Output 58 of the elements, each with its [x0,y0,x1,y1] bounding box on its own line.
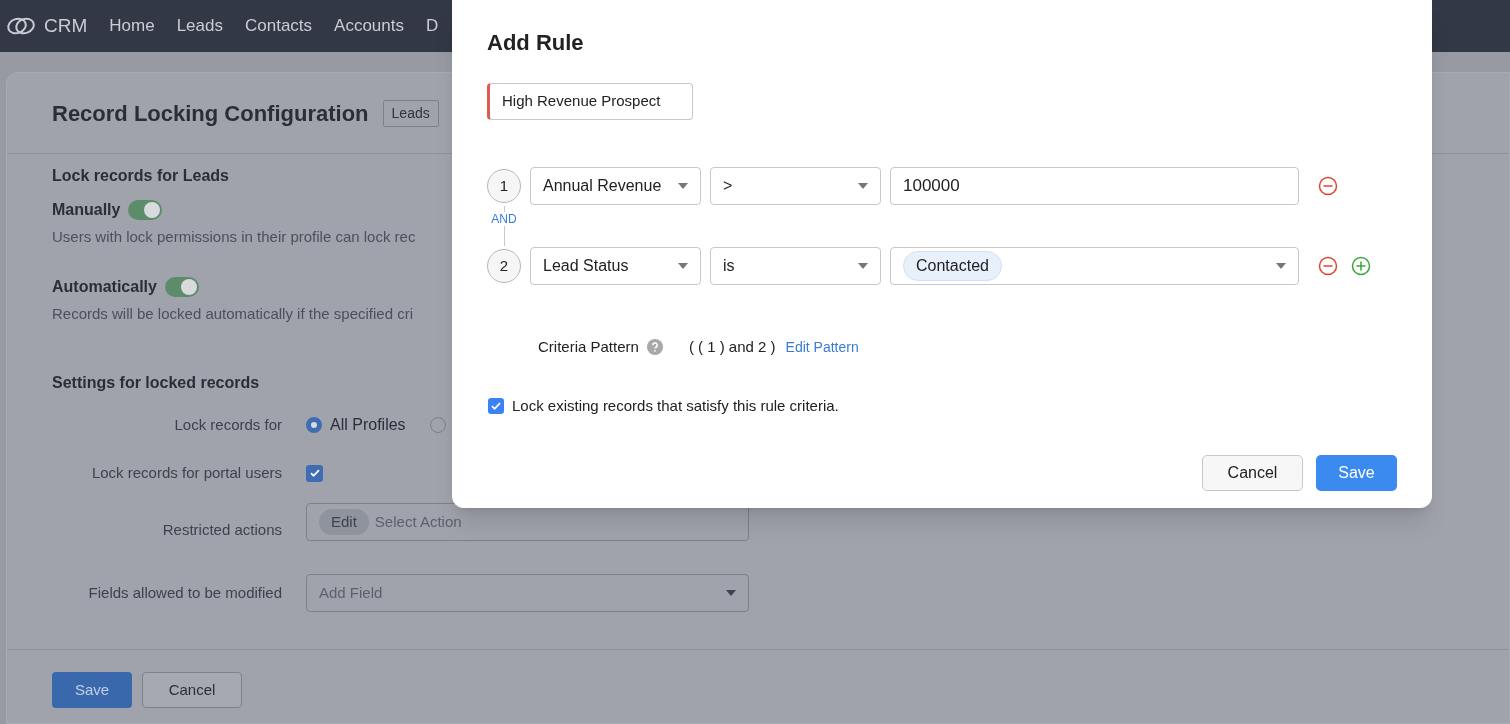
placeholder-text: Add Field [319,582,383,603]
operator-dropdown[interactable]: is [710,247,881,285]
field-label: Lock records for portal users [90,462,282,483]
toggle-switch[interactable] [164,276,199,297]
nav-link[interactable]: Accounts [334,13,404,39]
caret-icon [858,263,868,269]
toggle-label: Automatically [52,276,157,297]
nav-link[interactable]: D [426,13,439,39]
section-heading: Settings for locked records [52,373,260,393]
rule-name-field[interactable]: High Revenue Prospect [487,83,693,120]
description-text: Records will be locked automatically if the specified cri [52,303,414,324]
connector-label: AND [491,212,517,226]
value-field[interactable]: 100000 [890,167,1299,205]
footer-button[interactable]: Save [52,672,132,708]
field-dropdown[interactable]: Annual Revenue [530,167,701,205]
remove-icon[interactable] [1318,176,1338,196]
criteria-number: 1 [487,169,521,203]
radio-label: All Profiles [330,415,406,435]
help-icon[interactable] [646,339,663,356]
field-label: Fields allowed to be modified [87,582,282,603]
nav-link[interactable]: Leads [176,13,223,39]
action-chip: Edit [319,508,369,536]
check-icon [308,467,321,479]
caret-icon [858,183,868,189]
nav-link[interactable]: Contacts [244,13,313,39]
checkbox-label: Lock existing records that satisfy this rule criteria. [512,395,839,416]
remove-icon[interactable] [1318,256,1338,276]
toggle-label: Manually [52,200,121,220]
criteria-number: 2 [487,249,521,283]
caret-icon [678,183,688,189]
radio-button[interactable] [306,417,322,433]
toggle-switch[interactable] [128,200,163,220]
value-dropdown[interactable]: Contacted [890,247,1299,285]
field-dropdown[interactable]: Lead Status [530,247,701,285]
description-text: Users with lock permissions in their profile can lock rec [52,227,417,247]
caret-icon [1276,263,1286,269]
pattern-text: ( ( 1 ) and 2 ) [688,337,776,357]
module-selector[interactable]: Leads [382,99,439,127]
field-label: Restricted actions [161,519,282,540]
nav-link[interactable]: Home [109,13,155,39]
dialog-button[interactable]: Cancel [1202,455,1303,491]
edit-pattern-link[interactable]: Edit Pattern [785,336,859,358]
footer-button[interactable]: Cancel [142,672,242,708]
section-heading: Lock records for Leads [52,166,229,186]
caret-icon [726,590,736,596]
operator-dropdown[interactable]: > [710,167,881,205]
field-label: Lock records for [173,414,282,435]
add-icon[interactable] [1351,256,1371,276]
checkbox[interactable] [306,464,323,482]
dialog-title: Add Rule [487,29,585,57]
caret-icon [678,263,688,269]
value-chip: Contacted [903,251,1002,281]
pattern-label: Criteria Pattern [538,337,639,357]
placeholder-text: Select Action [374,511,462,532]
checkbox[interactable] [488,397,504,414]
brand-name: CRM [44,13,88,38]
logo-icon [6,16,36,36]
page-title: Record Locking Configuration [52,99,369,128]
